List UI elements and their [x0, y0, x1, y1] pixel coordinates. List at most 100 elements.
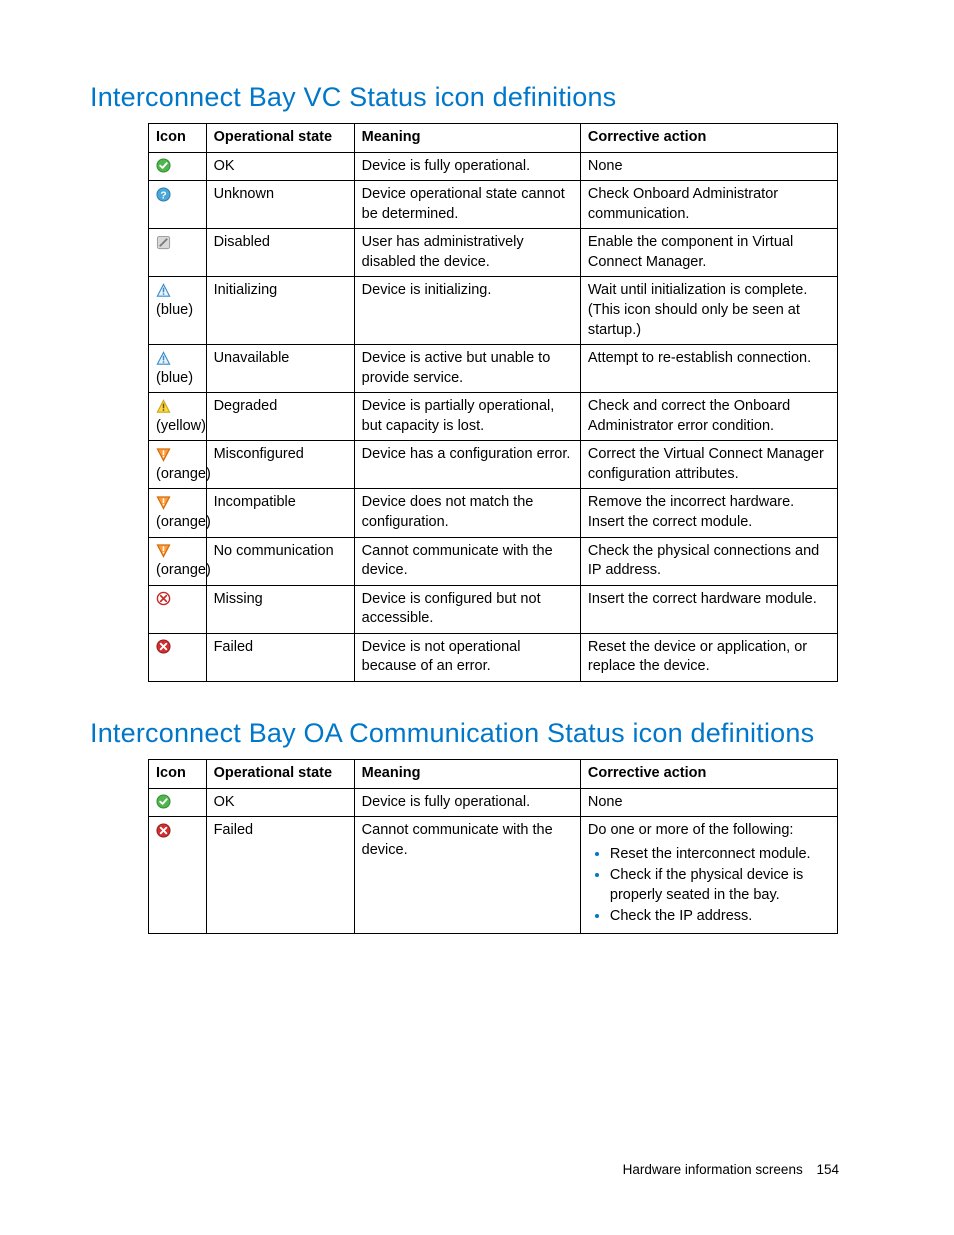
cell-icon [149, 633, 207, 681]
cell-state: Missing [206, 585, 354, 633]
cell-meaning: Device is fully operational. [354, 152, 580, 181]
col-action: Corrective action [580, 124, 837, 153]
cell-action: Correct the Virtual Connect Manager conf… [580, 441, 837, 489]
cell-meaning: Device is configured but not accessible. [354, 585, 580, 633]
cell-meaning: Device operational state cannot be deter… [354, 181, 580, 229]
cell-icon [149, 229, 207, 277]
table-row: (orange) IncompatibleDevice does not matc… [149, 489, 838, 537]
heading-oa: Interconnect Bay OA Communication Status… [90, 718, 864, 749]
action-list: Reset the interconnect module.Check if t… [588, 845, 830, 927]
table-row: (orange) MisconfiguredDevice has a config… [149, 441, 838, 489]
cell-meaning: Device is partially operational, but cap… [354, 393, 580, 441]
icon-color-note: (blue) [156, 369, 199, 389]
cell-meaning: User has administratively disabled the d… [354, 229, 580, 277]
cell-icon [149, 585, 207, 633]
cell-action: Check Onboard Administrator communicatio… [580, 181, 837, 229]
cell-state: OK [206, 788, 354, 817]
oa-status-table: Icon Operational state Meaning Correctiv… [148, 759, 838, 934]
warn-orange-icon [156, 445, 171, 465]
cell-meaning: Device is initializing. [354, 277, 580, 345]
cell-state: Unknown [206, 181, 354, 229]
table-row: OKDevice is fully operational.None [149, 788, 838, 817]
col-state: Operational state [206, 124, 354, 153]
cell-icon: (orange) [149, 489, 207, 537]
footer-page-number: 154 [816, 1162, 839, 1177]
cell-meaning: Device has a configuration error. [354, 441, 580, 489]
cell-state: Degraded [206, 393, 354, 441]
heading-vc: Interconnect Bay VC Status icon definiti… [90, 82, 864, 113]
col-icon: Icon [149, 124, 207, 153]
unknown-icon: ? [156, 185, 171, 205]
warn-orange-icon [156, 542, 171, 562]
col-mean: Meaning [354, 124, 580, 153]
icon-color-note: (orange) [156, 561, 199, 581]
warn-blue-icon [156, 281, 171, 301]
failed-icon [156, 638, 171, 658]
cell-icon: (yellow) [149, 393, 207, 441]
cell-meaning: Device does not match the configuration. [354, 489, 580, 537]
icon-color-note: (yellow) [156, 417, 199, 437]
cell-action: Do one or more of the following:Reset th… [580, 817, 837, 934]
cell-icon: (orange) [149, 441, 207, 489]
table-row: FailedDevice is not operational because … [149, 633, 838, 681]
cell-meaning: Device is active but unable to provide s… [354, 345, 580, 393]
cell-state: Incompatible [206, 489, 354, 537]
table-row: ? UnknownDevice operational state cannot … [149, 181, 838, 229]
col-state: Operational state [206, 759, 354, 788]
cell-icon [149, 788, 207, 817]
action-list-item: Reset the interconnect module. [610, 845, 830, 865]
cell-state: Failed [206, 817, 354, 934]
warn-blue-icon [156, 349, 171, 369]
table-row: (yellow) DegradedDevice is partially oper… [149, 393, 838, 441]
cell-action: None [580, 152, 837, 181]
cell-action: Reset the device or application, or repl… [580, 633, 837, 681]
table-row: (orange) No communicationCannot communica… [149, 537, 838, 585]
missing-icon [156, 590, 171, 610]
cell-state: OK [206, 152, 354, 181]
col-mean: Meaning [354, 759, 580, 788]
failed-icon [156, 821, 171, 841]
cell-action: Check the physical connections and IP ad… [580, 537, 837, 585]
cell-meaning: Cannot communicate with the device. [354, 537, 580, 585]
cell-icon: ? [149, 181, 207, 229]
cell-icon: (blue) [149, 277, 207, 345]
icon-color-note: (orange) [156, 465, 199, 485]
table-row: MissingDevice is configured but not acce… [149, 585, 838, 633]
cell-action: Check and correct the Onboard Administra… [580, 393, 837, 441]
cell-action: Insert the correct hardware module. [580, 585, 837, 633]
ok-icon [156, 157, 171, 177]
footer-section: Hardware information screens [623, 1162, 803, 1177]
table-header-row: Icon Operational state Meaning Correctiv… [149, 759, 838, 788]
cell-icon [149, 817, 207, 934]
table-row: DisabledUser has administratively disabl… [149, 229, 838, 277]
cell-action: Attempt to re-establish connection. [580, 345, 837, 393]
col-action: Corrective action [580, 759, 837, 788]
cell-meaning: Cannot communicate with the device. [354, 817, 580, 934]
cell-action: Enable the component in Virtual Connect … [580, 229, 837, 277]
cell-icon [149, 152, 207, 181]
cell-meaning: Device is fully operational. [354, 788, 580, 817]
icon-color-note: (orange) [156, 513, 199, 533]
cell-state: Disabled [206, 229, 354, 277]
page-footer: Hardware information screens 154 [623, 1162, 839, 1177]
table-row: (blue)UnavailableDevice is active but un… [149, 345, 838, 393]
action-list-item: Check the IP address. [610, 907, 830, 927]
warn-orange-icon [156, 493, 171, 513]
table-header-row: Icon Operational state Meaning Correctiv… [149, 124, 838, 153]
warn-yellow-icon [156, 397, 171, 417]
cell-action: Remove the incorrect hardware. Insert th… [580, 489, 837, 537]
vc-status-table: Icon Operational state Meaning Correctiv… [148, 123, 838, 682]
table-row: OKDevice is fully operational.None [149, 152, 838, 181]
ok-icon [156, 793, 171, 813]
col-icon: Icon [149, 759, 207, 788]
disabled-icon [156, 233, 171, 253]
table-row: FailedCannot communicate with the device… [149, 817, 838, 934]
cell-state: Initializing [206, 277, 354, 345]
table-row: (blue)InitializingDevice is initializing… [149, 277, 838, 345]
action-list-item: Check if the physical device is properly… [610, 866, 830, 905]
cell-state: Misconfigured [206, 441, 354, 489]
cell-state: No communication [206, 537, 354, 585]
cell-state: Failed [206, 633, 354, 681]
cell-icon: (orange) [149, 537, 207, 585]
cell-action: Wait until initialization is complete. (… [580, 277, 837, 345]
